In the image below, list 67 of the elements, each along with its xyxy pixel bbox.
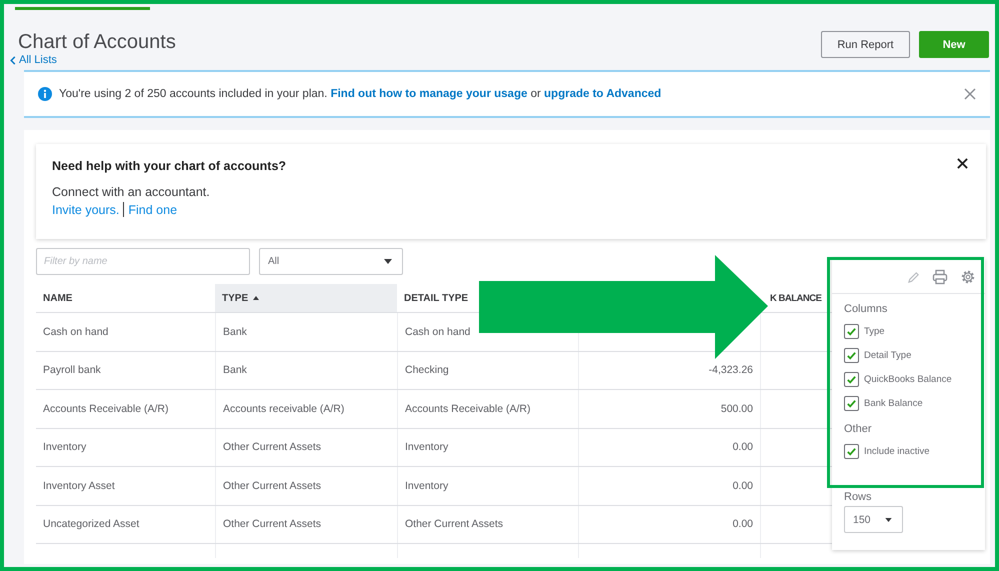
- info-icon: [38, 87, 52, 101]
- table-cell: 500.00: [720, 402, 753, 415]
- option-label: Detail Type: [864, 350, 912, 360]
- table-cell: -4,323.26: [708, 364, 753, 376]
- option-label: Include inactive: [864, 446, 930, 456]
- table-cell: Other Current Assets: [223, 480, 322, 492]
- table-cell: Inventory Asset: [43, 480, 115, 492]
- new-button[interactable]: New: [919, 31, 989, 58]
- table-cell: Cash on hand: [405, 326, 470, 338]
- table-cell: Payroll bank: [43, 364, 101, 376]
- table-cell: 0.00: [732, 480, 753, 492]
- column-header[interactable]: DETAIL TYPE: [397, 284, 472, 312]
- option-label: Type: [864, 326, 885, 336]
- table-cell: Other Current Assets: [405, 518, 504, 530]
- checkmark-icon: [846, 446, 857, 456]
- settings-icon[interactable]: [960, 269, 976, 285]
- section-label: Columns: [844, 303, 888, 315]
- rows-dropdown[interactable]: 150: [844, 506, 903, 533]
- checkbox[interactable]: [844, 348, 859, 362]
- column-header[interactable]: TYPE: [215, 284, 397, 312]
- table-cell: Cash on hand: [43, 326, 108, 338]
- table-cell: 0.00: [732, 441, 753, 454]
- table-cell: Other Current Assets: [223, 441, 322, 454]
- type-dropdown[interactable]: All: [259, 248, 403, 275]
- chevron-icon: [10, 56, 16, 64]
- close-icon[interactable]: [957, 158, 968, 169]
- table-cell: Uncategorized Asset: [43, 518, 140, 530]
- checkmark-icon: [846, 326, 857, 336]
- caret-icon: [384, 259, 392, 264]
- print-icon[interactable]: [932, 269, 948, 285]
- run-report-button[interactable]: Run Report: [821, 31, 910, 58]
- back-link[interactable]: All Lists: [10, 54, 176, 66]
- table-cell: Inventory: [405, 480, 448, 492]
- help-text: Connect with an accountant.: [52, 185, 211, 199]
- table-cell: Accounts Receivable (A/R): [43, 402, 168, 415]
- filter-field[interactable]: Filter by name: [36, 248, 250, 275]
- checkbox[interactable]: [844, 396, 859, 410]
- table-cell: Other Current Assets: [223, 518, 322, 530]
- table-cell: Inventory: [405, 441, 448, 454]
- banner-link[interactable]: upgrade to Advanced: [544, 88, 662, 100]
- checkmark-icon: [846, 398, 857, 408]
- checkbox[interactable]: [844, 444, 859, 458]
- help-link[interactable]: Find one: [128, 202, 178, 216]
- rows-label: Rows: [844, 491, 873, 503]
- banner-link[interactable]: Find out how to manage your usage: [330, 88, 528, 100]
- caret-icon: [885, 518, 892, 522]
- help-link[interactable]: Invite yours.: [52, 202, 120, 216]
- table-cell: 0.00: [732, 518, 753, 530]
- option-label: QuickBooks Balance: [864, 374, 952, 384]
- section-label: Other: [844, 423, 873, 435]
- checkmark-icon: [846, 350, 857, 360]
- table-cell: Bank: [223, 326, 247, 338]
- help-title: Need help with your chart of accounts?: [52, 159, 286, 173]
- table-cell: Accounts receivable (A/R): [223, 402, 344, 415]
- sort-icon: [253, 296, 260, 300]
- usage-message: You're using 2 of 250 accounts included in your plan. Find out how to manage your usage or upgrade to Advanced: [59, 88, 662, 100]
- checkmark-icon: [846, 374, 857, 384]
- column-header[interactable]: NAME: [36, 284, 76, 312]
- option-label: Bank Balance: [864, 398, 923, 408]
- table-cell: Inventory: [43, 441, 86, 454]
- table-cell: Checking: [405, 364, 449, 376]
- page-title: Chart of Accounts: [18, 30, 176, 54]
- table-cell: Bank: [223, 364, 247, 376]
- checkbox[interactable]: [844, 324, 859, 338]
- table-cell: Accounts Receivable (A/R): [405, 402, 530, 415]
- column-header[interactable]: K BALANCE: [770, 284, 822, 312]
- checkbox[interactable]: [844, 372, 859, 386]
